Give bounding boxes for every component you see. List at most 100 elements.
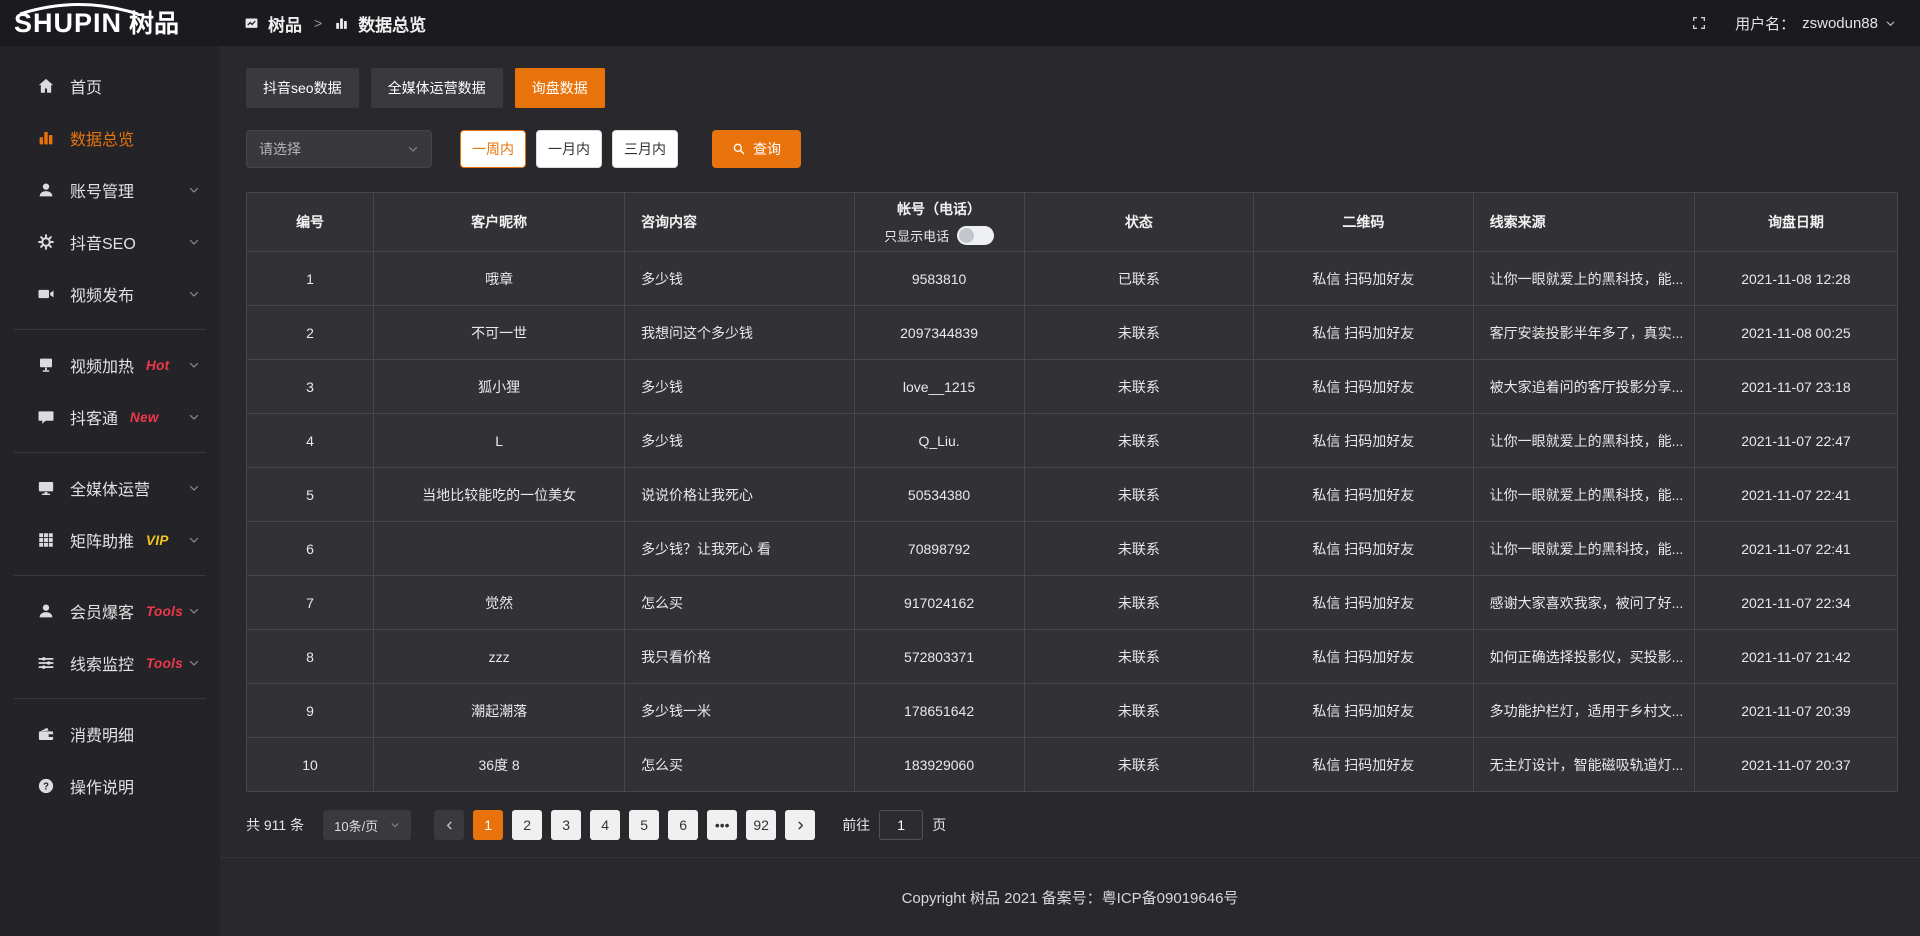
cell-account: 70898792 xyxy=(854,522,1024,576)
sidebar-item-media-operation[interactable]: 全媒体运营 xyxy=(0,462,220,514)
sidebar-item-douyin-seo[interactable]: 抖音SEO xyxy=(0,216,220,268)
cell-date: 2021-11-07 22:47 xyxy=(1694,414,1897,468)
sidebar-item-label: 视频发布 xyxy=(70,282,134,306)
sidebar-item-badge: Tools xyxy=(146,604,183,619)
cell-account: 50534380 xyxy=(854,468,1024,522)
cell-source-link[interactable]: 多功能护栏灯，适用于乡村文... xyxy=(1473,684,1694,738)
page-size-select[interactable]: 10条/页 xyxy=(323,810,411,840)
next-page-button[interactable] xyxy=(785,810,815,840)
tab-media-operation-data[interactable]: 全媒体运营数据 xyxy=(371,68,503,108)
user-dropdown[interactable]: 用户名：zswodun88 xyxy=(1735,13,1896,34)
cell-account: 917024162 xyxy=(854,576,1024,630)
cell-date: 2021-11-08 12:28 xyxy=(1694,252,1897,306)
fullscreen-icon[interactable] xyxy=(1691,15,1707,31)
sidebar-item-video-publish[interactable]: 视频发布 xyxy=(0,268,220,320)
cell-qrcode-link[interactable]: 私信 扫码加好友 xyxy=(1254,684,1474,738)
table-row: 3狐小狸多少钱love__1215未联系私信 扫码加好友被大家追着问的客厅投影分… xyxy=(247,360,1898,414)
sidebar-divider xyxy=(14,698,206,699)
sidebar-item-data-overview[interactable]: 数据总览 xyxy=(0,112,220,164)
cell-date: 2021-11-07 22:41 xyxy=(1694,468,1897,522)
cell-id: 1 xyxy=(247,252,374,306)
table-row: 9潮起潮落多少钱一米178651642未联系私信 扫码加好友多功能护栏灯，适用于… xyxy=(247,684,1898,738)
cell-source-link[interactable]: 让你一眼就爱上的黑科技，能... xyxy=(1473,468,1694,522)
cell-content: 说说价格让我死心 xyxy=(625,468,854,522)
table-row: 4L多少钱Q_Liu.未联系私信 扫码加好友让你一眼就爱上的黑科技，能...20… xyxy=(247,414,1898,468)
cell-qrcode-link[interactable]: 私信 扫码加好友 xyxy=(1254,468,1474,522)
goto-page-input[interactable] xyxy=(879,810,923,840)
sidebar-item-operation-guide[interactable]: ?操作说明 xyxy=(0,760,220,812)
cell-account: Q_Liu. xyxy=(854,414,1024,468)
cell-status: 未联系 xyxy=(1024,576,1253,630)
sidebar-item-matrix-boost[interactable]: 矩阵助推VIP xyxy=(0,514,220,566)
topbar: 树品 > 数据总览 用户名：zswodun88 xyxy=(220,0,1920,46)
tab-douyin-seo-data[interactable]: 抖音seo数据 xyxy=(246,68,359,108)
cell-qrcode-link[interactable]: 私信 扫码加好友 xyxy=(1254,630,1474,684)
cell-nickname: 觉然 xyxy=(374,576,625,630)
filter-select[interactable]: 请选择 xyxy=(246,130,432,168)
monitor-icon xyxy=(36,478,56,498)
sidebar-item-clue-monitor[interactable]: 线索监控Tools xyxy=(0,637,220,689)
sidebar-item-video-heat[interactable]: 视频加热 Hot xyxy=(0,339,220,391)
search-button[interactable]: 查询 xyxy=(712,130,801,168)
cell-content: 多少钱 xyxy=(625,252,854,306)
cell-nickname: 36度 8 xyxy=(374,738,625,792)
chevron-down-icon xyxy=(188,411,200,423)
cell-qrcode-link[interactable]: 私信 扫码加好友 xyxy=(1254,738,1474,792)
cell-qrcode-link[interactable]: 私信 扫码加好友 xyxy=(1254,414,1474,468)
chevron-down-icon xyxy=(188,184,200,196)
phone-only-toggle[interactable] xyxy=(957,226,994,245)
period-button-1[interactable]: 一月内 xyxy=(536,130,602,168)
page-button-92[interactable]: 92 xyxy=(746,810,776,840)
page-button-2[interactable]: 2 xyxy=(512,810,542,840)
more-pages-button[interactable]: ••• xyxy=(707,810,737,840)
prev-page-button[interactable] xyxy=(434,810,464,840)
page-button-3[interactable]: 3 xyxy=(551,810,581,840)
cell-source-link[interactable]: 让你一眼就爱上的黑科技，能... xyxy=(1473,252,1694,306)
breadcrumb-root[interactable]: 树品 xyxy=(268,11,302,36)
cell-source-link[interactable]: 感谢大家喜欢我家，被问了好... xyxy=(1473,576,1694,630)
sidebar-item-account-manage[interactable]: 账号管理 xyxy=(0,164,220,216)
cell-id: 4 xyxy=(247,414,374,468)
cell-source-link[interactable]: 让你一眼就爱上的黑科技，能... xyxy=(1473,414,1694,468)
sidebar-item-badge: New xyxy=(130,410,159,425)
sidebar-divider xyxy=(14,575,206,576)
sidebar-divider xyxy=(14,329,206,330)
cell-qrcode-link[interactable]: 私信 扫码加好友 xyxy=(1254,576,1474,630)
cell-qrcode-link[interactable]: 私信 扫码加好友 xyxy=(1254,306,1474,360)
page-button-5[interactable]: 5 xyxy=(629,810,659,840)
goto-suffix: 页 xyxy=(932,815,946,835)
sidebar-item-member-burst[interactable]: 会员爆客Tools xyxy=(0,585,220,637)
period-button-group: 一周内一月内三月内 xyxy=(460,130,678,168)
tab-inquiry-data[interactable]: 询盘数据 xyxy=(515,68,605,108)
video-icon xyxy=(36,284,56,304)
cell-source-link[interactable]: 客厅安装投影半年多了，真实... xyxy=(1473,306,1694,360)
sidebar-item-douketong[interactable]: 抖客通New xyxy=(0,391,220,443)
cell-source-link[interactable]: 被大家追着问的客厅投影分享... xyxy=(1473,360,1694,414)
chevron-down-icon xyxy=(188,657,200,669)
cell-status: 未联系 xyxy=(1024,414,1253,468)
cell-nickname: 不可一世 xyxy=(374,306,625,360)
cell-qrcode-link[interactable]: 私信 扫码加好友 xyxy=(1254,360,1474,414)
period-button-2[interactable]: 三月内 xyxy=(612,130,678,168)
gear-icon xyxy=(36,232,56,252)
cell-id: 7 xyxy=(247,576,374,630)
period-button-0[interactable]: 一周内 xyxy=(460,130,526,168)
sidebar-item-label: 抖音SEO xyxy=(70,230,136,254)
cell-source-link[interactable]: 让你一眼就爱上的黑科技，能... xyxy=(1473,522,1694,576)
table-body: 1哦章多少钱9583810已联系私信 扫码加好友让你一眼就爱上的黑科技，能...… xyxy=(247,252,1898,792)
page-button-4[interactable]: 4 xyxy=(590,810,620,840)
logo: SHUPIN 树品 xyxy=(0,0,220,46)
cell-date: 2021-11-08 00:25 xyxy=(1694,306,1897,360)
cell-id: 3 xyxy=(247,360,374,414)
sidebar-item-label: 视频加热 xyxy=(70,353,134,377)
breadcrumb: 树品 > 数据总览 xyxy=(244,11,426,36)
sidebar-item-badge: Hot xyxy=(146,358,169,373)
sidebar-item-home[interactable]: 首页 xyxy=(0,60,220,112)
cell-source-link[interactable]: 无主灯设计，智能磁吸轨道灯... xyxy=(1473,738,1694,792)
cell-qrcode-link[interactable]: 私信 扫码加好友 xyxy=(1254,252,1474,306)
sidebar-item-consume-detail[interactable]: 消费明细 xyxy=(0,708,220,760)
cell-source-link[interactable]: 如何正确选择投影仪，买投影... xyxy=(1473,630,1694,684)
page-button-6[interactable]: 6 xyxy=(668,810,698,840)
page-button-1[interactable]: 1 xyxy=(473,810,503,840)
cell-qrcode-link[interactable]: 私信 扫码加好友 xyxy=(1254,522,1474,576)
